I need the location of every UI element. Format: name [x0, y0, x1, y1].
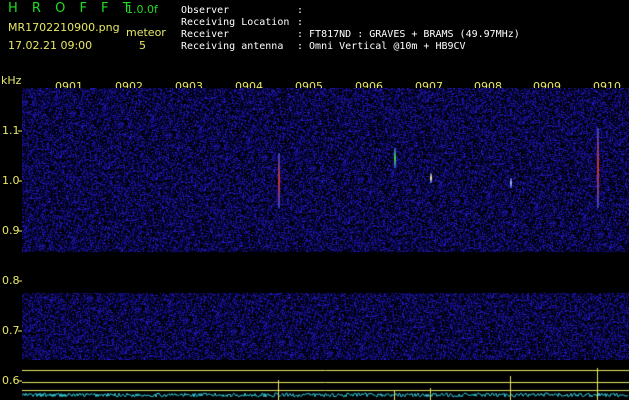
meteor-count: 5: [139, 39, 146, 52]
spectrogram-canvas: [22, 88, 629, 360]
receiver-label: Receiver: [181, 29, 230, 40]
meteor-label: meteor: [126, 26, 166, 39]
location-label: Receiving Location: [181, 17, 290, 28]
observer-value: :: [297, 5, 304, 16]
y-tick-label: 0.6: [2, 374, 20, 387]
y-tick-label: 0.9: [2, 224, 20, 237]
receiver-value: : FT817ND : GRAVES + BRAMS (49.97MHz): [297, 29, 520, 40]
signal-level-panel: [22, 362, 629, 400]
app-title: H R O F F T: [8, 1, 136, 16]
antenna-value: : Omni Vertical @10m + HB9CV: [297, 41, 466, 52]
observer-label: Observer: [181, 5, 230, 16]
antenna-label: Receiving antenna: [181, 41, 284, 52]
location-value: :: [297, 17, 304, 28]
version-label: 1.0.0f: [126, 3, 158, 16]
filename-label: MR1702210900.png: [8, 21, 120, 34]
y-tick-label: 0.8: [2, 274, 20, 287]
datetime-label: 17.02.21 09:00: [8, 39, 93, 52]
y-tick-label: 1.1: [2, 124, 20, 137]
y-tick-label: 1.0: [2, 174, 20, 187]
khz-unit-label: kHz: [1, 74, 22, 87]
y-tick-label: 0.7: [2, 324, 20, 337]
